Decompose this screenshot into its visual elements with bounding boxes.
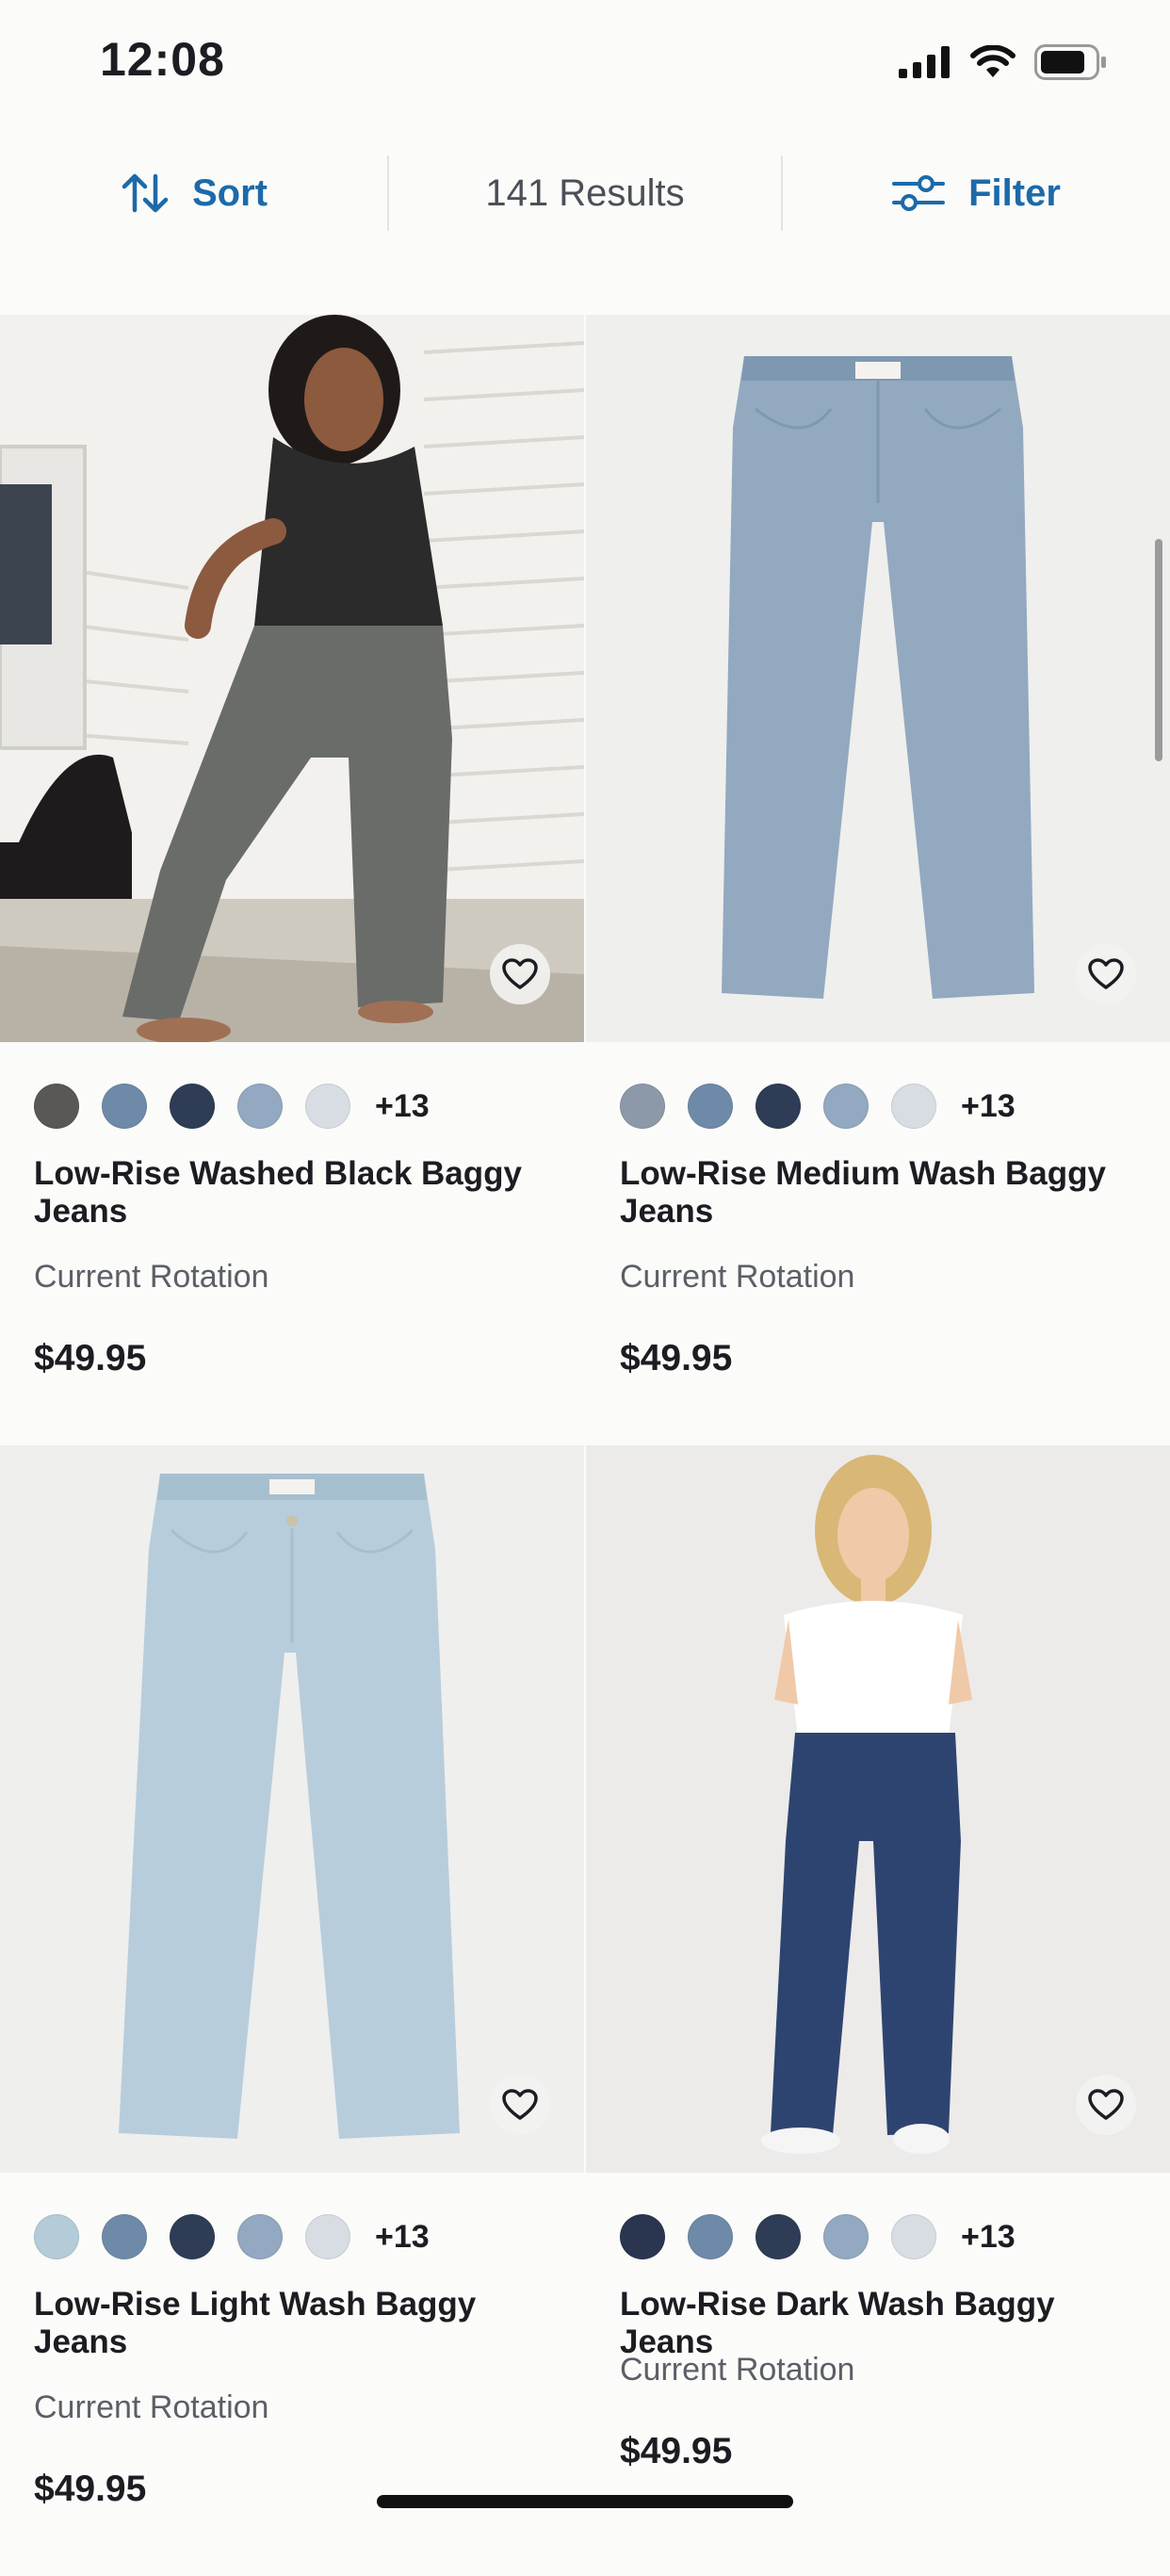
status-bar: 12:08 (0, 0, 1170, 122)
sort-label: Sort (192, 171, 268, 214)
product-image[interactable] (0, 1445, 584, 2173)
color-swatch[interactable] (823, 2214, 869, 2259)
product-title[interactable]: Low-Rise Light Wash Baggy Jeans (34, 2286, 561, 2361)
scrollbar[interactable] (1155, 539, 1162, 761)
more-colors-count: +13 (375, 2218, 430, 2255)
filter-icon (892, 175, 946, 211)
product-price: $49.95 (620, 1338, 733, 1378)
product-collection: Current Rotation (34, 2389, 269, 2425)
heart-icon (502, 958, 538, 989)
product-price: $49.95 (34, 2469, 147, 2509)
filter-label: Filter (968, 171, 1061, 214)
color-swatch[interactable] (891, 1084, 936, 1129)
color-swatch[interactable] (305, 2214, 350, 2259)
color-swatch[interactable] (756, 1084, 801, 1129)
color-swatch[interactable] (34, 1084, 79, 1129)
product-collection: Current Rotation (620, 2352, 855, 2388)
heart-icon (1088, 958, 1124, 989)
favorite-button[interactable] (1076, 944, 1136, 1004)
product-image[interactable] (586, 315, 1170, 1042)
results-count: 141 Results (485, 171, 685, 214)
product-price: $49.95 (34, 1338, 147, 1378)
product-card[interactable]: +13 Low-Rise Washed Black Baggy Jeans Cu… (0, 315, 584, 1445)
results-toolbar: Sort 141 Results Filter (0, 146, 1170, 240)
color-swatches: +13 (34, 1084, 430, 1129)
product-photo (0, 1445, 584, 2173)
product-card[interactable]: +13 Low-Rise Dark Wash Baggy Jeans Curre… (586, 1445, 1170, 2576)
favorite-button[interactable] (490, 944, 550, 1004)
status-time: 12:08 (100, 33, 225, 86)
color-swatch[interactable] (305, 1084, 350, 1129)
product-title[interactable]: Low-Rise Dark Wash Baggy Jeans (620, 2286, 1147, 2361)
wifi-icon (970, 45, 1016, 77)
product-title[interactable]: Low-Rise Washed Black Baggy Jeans (34, 1155, 561, 1231)
color-swatches: +13 (620, 1084, 1016, 1129)
color-swatch[interactable] (688, 2214, 733, 2259)
color-swatch[interactable] (620, 1084, 665, 1129)
favorite-button[interactable] (490, 2075, 550, 2135)
color-swatch[interactable] (102, 1084, 147, 1129)
product-photo (586, 1445, 1170, 2173)
product-collection: Current Rotation (620, 1259, 855, 1295)
product-photo (586, 315, 1170, 1042)
product-price: $49.95 (620, 2431, 733, 2471)
filter-button[interactable]: Filter (782, 146, 1170, 240)
more-colors-count: +13 (375, 1087, 430, 1124)
product-title[interactable]: Low-Rise Medium Wash Baggy Jeans (620, 1155, 1147, 1231)
heart-icon (1088, 2089, 1124, 2120)
product-image[interactable] (586, 1445, 1170, 2173)
color-swatch[interactable] (756, 2214, 801, 2259)
color-swatch[interactable] (170, 2214, 215, 2259)
more-colors-count: +13 (961, 2218, 1016, 2255)
color-swatches: +13 (34, 2214, 430, 2259)
product-collection: Current Rotation (34, 1259, 269, 1295)
product-photo (0, 315, 584, 1042)
sort-icon (122, 173, 169, 213)
product-card[interactable]: +13 Low-Rise Medium Wash Baggy Jeans Cur… (586, 315, 1170, 1445)
color-swatch[interactable] (823, 1084, 869, 1129)
battery-icon (1034, 44, 1106, 80)
color-swatch[interactable] (102, 2214, 147, 2259)
home-indicator[interactable] (377, 2495, 793, 2508)
product-card[interactable]: +13 Low-Rise Light Wash Baggy Jeans Curr… (0, 1445, 584, 2576)
more-colors-count: +13 (961, 1087, 1016, 1124)
signal-icon (899, 46, 950, 78)
color-swatch[interactable] (237, 2214, 283, 2259)
sort-button[interactable]: Sort (0, 146, 388, 240)
product-image[interactable] (0, 315, 584, 1042)
color-swatch[interactable] (237, 1084, 283, 1129)
heart-icon (502, 2089, 538, 2120)
color-swatch[interactable] (688, 1084, 733, 1129)
color-swatch[interactable] (170, 1084, 215, 1129)
color-swatch[interactable] (620, 2214, 665, 2259)
color-swatch[interactable] (891, 2214, 936, 2259)
color-swatches: +13 (620, 2214, 1016, 2259)
color-swatch[interactable] (34, 2214, 79, 2259)
favorite-button[interactable] (1076, 2075, 1136, 2135)
